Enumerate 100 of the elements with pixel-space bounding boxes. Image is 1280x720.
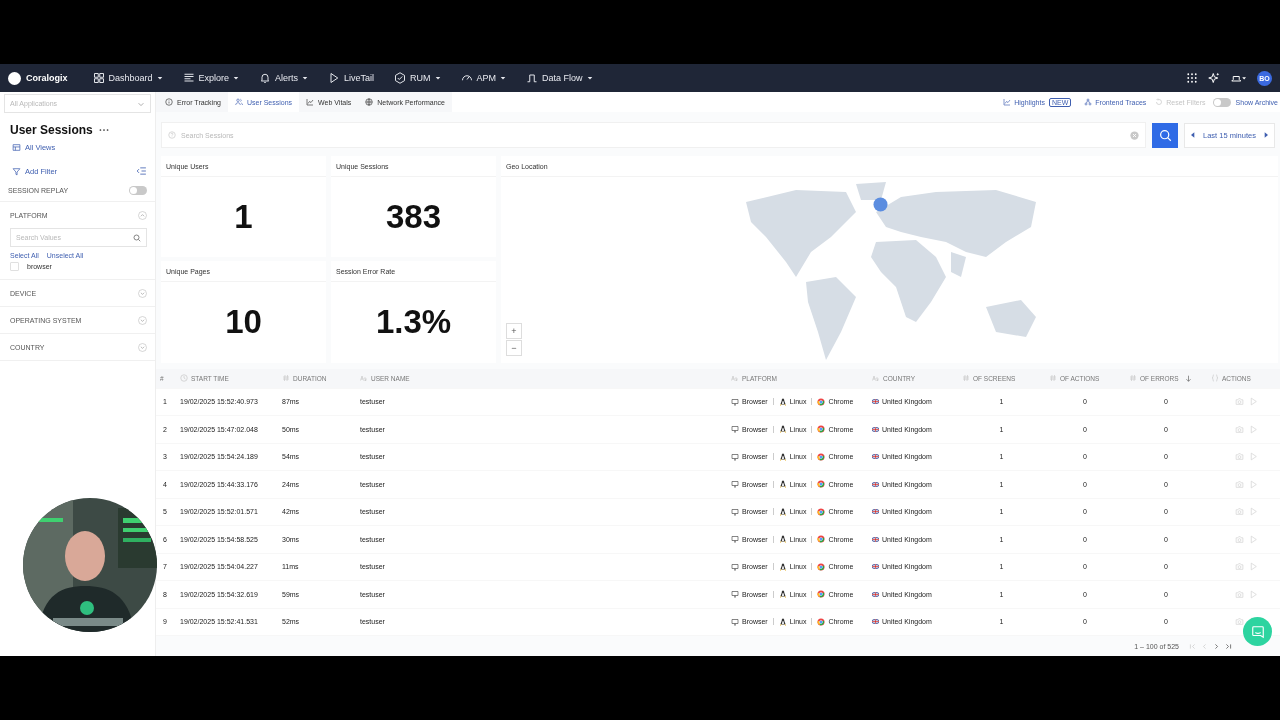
expand-chevron-icon[interactable]	[138, 343, 147, 352]
previous-page-icon[interactable]	[1201, 642, 1208, 650]
expand-chevron-icon[interactable]	[138, 289, 147, 298]
nav-menu-item[interactable]: Explore	[177, 72, 245, 84]
camera-icon[interactable]	[1235, 507, 1244, 517]
camera-icon[interactable]	[1235, 452, 1244, 462]
monitor-icon	[731, 452, 739, 461]
browser-logo-icon	[817, 397, 826, 406]
play-icon[interactable]	[1249, 589, 1258, 599]
play-icon[interactable]	[1249, 562, 1258, 572]
sparkle-icon[interactable]	[1208, 72, 1220, 84]
search-icon	[133, 233, 141, 242]
hash-icon	[282, 374, 290, 382]
penguin-icon	[778, 397, 787, 406]
first-page-icon[interactable]	[1189, 642, 1196, 650]
monitor-icon	[731, 617, 739, 626]
nav-menu-item[interactable]: LiveTail	[323, 72, 380, 84]
bell-icon	[259, 72, 272, 84]
penguin-icon	[778, 425, 787, 434]
show-archive-toggle[interactable]	[1212, 97, 1231, 107]
grid-icon	[92, 72, 105, 84]
hash-icon	[1129, 374, 1137, 382]
play-icon[interactable]	[1249, 397, 1258, 407]
sort-arrow-icon[interactable]	[1184, 374, 1192, 382]
hash-icon	[1049, 374, 1057, 382]
play-icon[interactable]	[1249, 479, 1258, 489]
camera-icon[interactable]	[1235, 397, 1244, 407]
brand-name: Coralogix	[26, 73, 68, 83]
text-type-icon	[360, 374, 368, 382]
more-icon[interactable]	[98, 128, 109, 132]
play-icon[interactable]	[1249, 424, 1258, 434]
logo-icon	[8, 71, 21, 85]
stat-value: 1.3%	[375, 303, 452, 342]
penguin-icon	[778, 507, 787, 516]
play-icon[interactable]	[1249, 534, 1258, 544]
browser-logo-icon	[817, 617, 826, 626]
next-page-icon[interactable]	[1213, 642, 1220, 650]
browser-logo-icon	[817, 452, 826, 461]
nodes-icon	[1084, 98, 1093, 107]
expand-chevron-icon[interactable]	[138, 316, 147, 325]
search-button[interactable]	[1152, 122, 1178, 148]
camera-icon[interactable]	[1235, 589, 1244, 599]
flag-icon	[872, 481, 879, 487]
clear-icon[interactable]	[1130, 130, 1139, 140]
browser-logo-icon	[817, 562, 826, 571]
checkbox[interactable]	[10, 262, 19, 271]
camera-icon[interactable]	[1235, 424, 1244, 434]
camera-icon[interactable]	[1235, 617, 1244, 627]
apps-grid-icon[interactable]	[1186, 72, 1198, 84]
session-replay-toggle[interactable]	[129, 186, 147, 195]
penguin-icon	[778, 480, 787, 489]
monitor-icon	[731, 590, 739, 599]
play-icon[interactable]	[1249, 507, 1258, 517]
nav-menu-item[interactable]: Dashboard	[87, 72, 168, 84]
monitor-icon	[731, 562, 739, 571]
stat-value: 1	[234, 198, 253, 237]
zoom-in-button[interactable]: +	[506, 322, 522, 339]
camera-icon[interactable]	[1235, 479, 1244, 489]
nav-menu-item[interactable]: APM	[455, 72, 512, 84]
browser-logo-icon	[817, 507, 826, 516]
collapse-icon[interactable]	[136, 166, 147, 176]
text-type-icon	[872, 374, 880, 382]
nav-menu-item[interactable]: Data Flow	[521, 72, 598, 84]
flag-icon	[872, 509, 879, 515]
browser-logo-icon	[817, 590, 826, 599]
collapse-chevron-icon[interactable]	[138, 211, 147, 220]
stat-value: 383	[385, 198, 442, 237]
flag-icon	[872, 619, 879, 625]
braces-icon	[1211, 374, 1219, 382]
last-page-icon[interactable]	[1225, 642, 1232, 650]
flag-icon	[872, 564, 879, 570]
nav-menu-item[interactable]: RUM	[389, 72, 446, 84]
users-icon	[234, 98, 243, 107]
camera-icon[interactable]	[1235, 534, 1244, 544]
flag-icon	[872, 591, 879, 597]
flag-icon	[872, 454, 879, 460]
penguin-icon	[778, 535, 787, 544]
camera-icon[interactable]	[1235, 562, 1244, 572]
monitor-icon	[731, 397, 739, 406]
line-chart-icon	[1003, 98, 1012, 107]
monitor-icon	[731, 425, 739, 434]
flag-icon	[872, 399, 879, 405]
browser-logo-icon	[817, 480, 826, 489]
play-icon[interactable]	[1249, 452, 1258, 462]
globe-icon	[365, 98, 374, 107]
text-type-icon	[731, 374, 739, 382]
help-icon	[168, 131, 176, 140]
zoom-out-button[interactable]: −	[506, 339, 522, 356]
penguin-icon	[778, 617, 787, 626]
penguin-icon	[778, 452, 787, 461]
line-chart-icon	[306, 98, 315, 107]
clock-icon	[180, 374, 188, 382]
penguin-icon	[778, 562, 787, 571]
info-icon	[165, 98, 173, 107]
nav-menu-item[interactable]: Alerts	[254, 72, 314, 84]
browser-logo-icon	[817, 425, 826, 434]
page-title: User Sessions	[10, 123, 93, 137]
hexagon-icon	[394, 72, 407, 84]
views-icon	[12, 143, 21, 152]
chat-icon	[1250, 624, 1265, 639]
